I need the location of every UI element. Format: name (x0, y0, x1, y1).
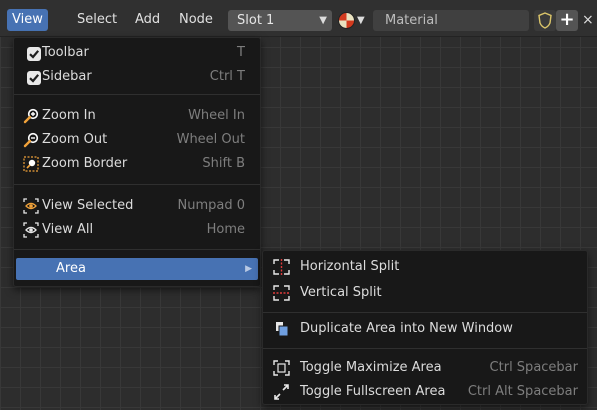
menu-separator (263, 312, 587, 313)
unlink-icon[interactable]: × (582, 10, 597, 31)
menu-item-label: View All (42, 222, 94, 237)
menu-item-shortcut: Wheel In (188, 108, 245, 123)
fake-user-shield-icon[interactable] (534, 10, 556, 31)
zoom-border-icon (23, 156, 39, 172)
menu-item-label: Zoom Border (42, 156, 128, 171)
menu-item-toggle-maximize[interactable]: Toggle Maximize Area Ctrl Spacebar (263, 357, 587, 379)
menu-separator (263, 348, 587, 349)
menu-item-view-all[interactable]: View All Home (14, 219, 260, 241)
menu-item-shortcut: Home (206, 222, 245, 237)
material-preview-icon[interactable] (338, 12, 355, 29)
view-menu: Toolbar T Sidebar Ctrl T Zoom In Wheel I… (13, 37, 261, 287)
menu-item-shortcut: Ctrl Alt Spacebar (467, 384, 578, 399)
menu-item-zoom-out[interactable]: Zoom Out Wheel Out (14, 129, 260, 151)
menu-item-shortcut: Ctrl T (209, 69, 245, 84)
menu-item-shortcut: Ctrl Spacebar (489, 360, 578, 375)
menu-separator (14, 184, 260, 185)
menu-item-area[interactable]: Area ▶ (16, 258, 258, 280)
checkbox-checked-icon[interactable] (27, 47, 41, 61)
horizontal-split-icon (272, 258, 291, 276)
menu-item-toggle-fullscreen[interactable]: Toggle Fullscreen Area Ctrl Alt Spacebar (263, 381, 587, 403)
slot-label: Slot 1 (237, 13, 275, 28)
zoom-out-icon (23, 132, 39, 148)
menu-item-shortcut: T (237, 45, 245, 60)
menu-item-label: Vertical Split (300, 285, 382, 300)
header-menu-view[interactable]: View (7, 9, 48, 31)
menu-item-label: Zoom Out (42, 132, 108, 147)
submenu-arrow-icon: ▶ (245, 264, 252, 274)
checkbox-checked-icon[interactable] (27, 71, 41, 85)
node-editor-header: View Select Add Node Slot 1 ▼ ▼ Material… (0, 0, 597, 37)
view-all-icon (23, 222, 39, 238)
header-menu-node[interactable]: Node (174, 9, 218, 31)
menu-item-vertical-split[interactable]: Vertical Split (263, 282, 587, 304)
chevron-down-icon[interactable]: ▼ (357, 10, 365, 31)
chevron-down-icon: ▼ (319, 15, 327, 26)
material-name-field[interactable]: Material (373, 10, 529, 31)
menu-item-sidebar[interactable]: Sidebar Ctrl T (14, 66, 260, 88)
new-material-button[interactable]: + (556, 10, 578, 31)
menu-separator (14, 94, 260, 95)
menu-item-duplicate-area[interactable]: Duplicate Area into New Window (263, 318, 587, 340)
menu-item-label: Toggle Fullscreen Area (300, 384, 446, 399)
menu-item-zoom-in[interactable]: Zoom In Wheel In (14, 105, 260, 127)
fullscreen-icon (272, 383, 291, 401)
menu-item-horizontal-split[interactable]: Horizontal Split (263, 256, 587, 278)
menu-item-zoom-border[interactable]: Zoom Border Shift B (14, 153, 260, 175)
menu-item-label: Horizontal Split (300, 259, 400, 274)
menu-item-label: Zoom In (42, 108, 96, 123)
zoom-in-icon (23, 108, 39, 124)
menu-item-toolbar[interactable]: Toolbar T (14, 42, 260, 64)
menu-item-label: Toolbar (42, 45, 89, 60)
header-menu-select[interactable]: Select (72, 9, 122, 31)
header-menu-add[interactable]: Add (130, 9, 165, 31)
menu-item-view-selected[interactable]: View Selected Numpad 0 (14, 195, 260, 217)
menu-item-label: Sidebar (42, 69, 92, 84)
menu-item-shortcut: Numpad 0 (177, 198, 245, 213)
maximize-icon (272, 359, 291, 377)
area-submenu: Horizontal Split Vertical Split Duplicat… (262, 250, 588, 405)
menu-item-label: Area (56, 261, 86, 276)
menu-item-label: Duplicate Area into New Window (300, 321, 513, 336)
vertical-split-icon (272, 284, 291, 302)
menu-item-shortcut: Shift B (202, 156, 245, 171)
slot-dropdown[interactable]: Slot 1 ▼ (228, 10, 332, 31)
menu-item-label: Toggle Maximize Area (300, 360, 442, 375)
duplicate-window-icon (272, 320, 291, 338)
menu-item-label: View Selected (42, 198, 134, 213)
menu-item-shortcut: Wheel Out (176, 132, 245, 147)
view-selected-icon (23, 198, 39, 214)
menu-separator (14, 249, 260, 250)
